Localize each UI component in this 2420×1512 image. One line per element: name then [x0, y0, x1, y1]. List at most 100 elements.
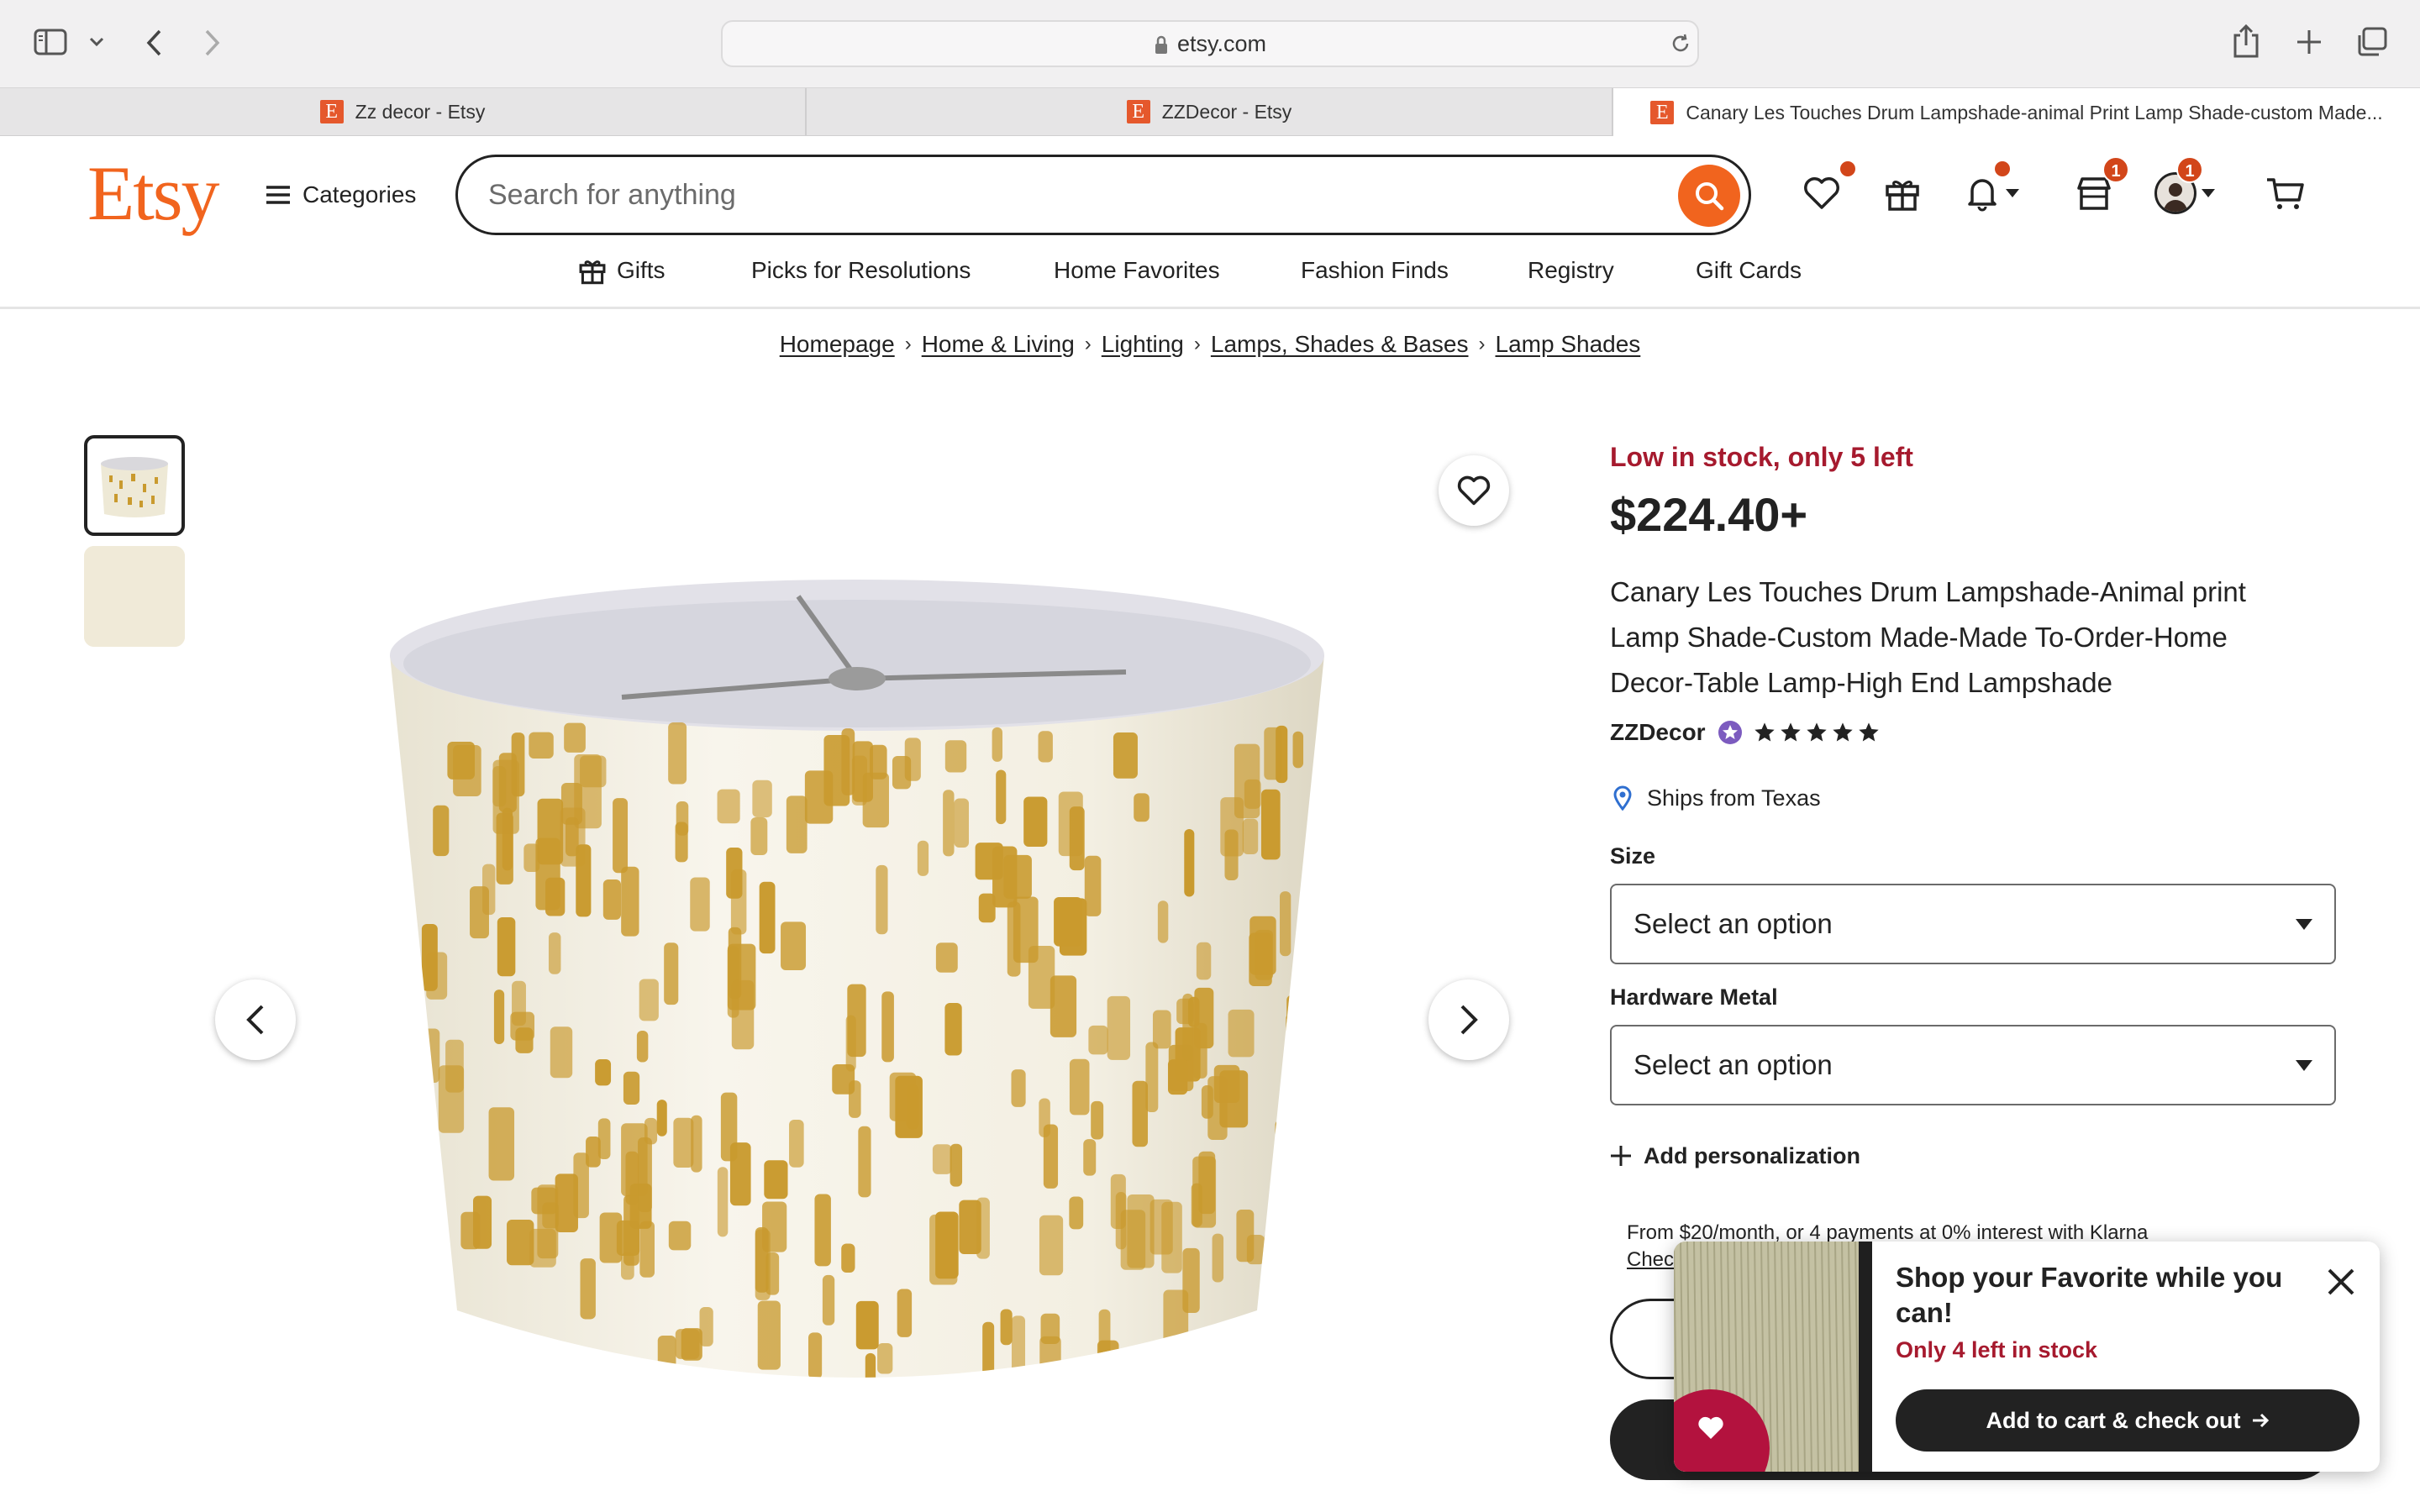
star-seller-badge-icon: [1718, 720, 1743, 745]
size-select-value: Select an option: [1634, 908, 1833, 939]
chevron-right-icon: [1459, 1004, 1479, 1036]
search-input[interactable]: [488, 172, 1648, 218]
ships-from-text: Ships from Texas: [1647, 785, 1821, 811]
close-icon: [2326, 1267, 2356, 1297]
heart-icon: [1456, 475, 1491, 507]
shop-name[interactable]: ZZDecor: [1610, 719, 1706, 746]
sidebar-toggle-icon[interactable]: [34, 29, 67, 55]
etsy-logo[interactable]: Etsy: [87, 151, 220, 235]
nav-fashion-finds[interactable]: Fashion Finds: [1301, 252, 1449, 289]
popup-add-to-cart-button[interactable]: Add to cart & check out: [1896, 1389, 2360, 1452]
hardware-select-value: Select an option: [1634, 1049, 1833, 1080]
address-bar[interactable]: etsy.com: [721, 20, 1699, 67]
popup-close-button[interactable]: [2321, 1262, 2361, 1302]
search-icon: [1692, 179, 1726, 213]
notifications-dot: [1995, 161, 2010, 176]
tab-zzdecor[interactable]: E ZZDecor - Etsy: [807, 88, 1613, 135]
forward-button[interactable]: [202, 29, 222, 57]
price: $224.40+: [1610, 488, 1808, 541]
thumbnail-2[interactable]: [84, 546, 185, 647]
bell-icon: [1964, 175, 2001, 212]
breadcrumb: Homepage › Home & Living › Lighting › La…: [0, 328, 2420, 361]
favorites-dot: [1840, 161, 1855, 176]
menu-icon: [266, 185, 291, 205]
notifications-button[interactable]: [1958, 161, 2025, 218]
gift-icon: [1884, 175, 1921, 212]
add-personalization-button[interactable]: Add personalization: [1610, 1137, 1860, 1174]
avatar-badge: 1: [2176, 156, 2203, 183]
caret-down-icon: [2296, 1059, 2312, 1071]
tab-canary-lampshade[interactable]: E Canary Les Touches Drum Lampshade-anim…: [1613, 88, 2420, 137]
size-select[interactable]: Select an option: [1610, 884, 2336, 964]
gift-icon: [578, 256, 607, 285]
location-pin-icon: [1613, 785, 1632, 811]
star-icon: [1832, 722, 1853, 742]
categories-label: Categories: [302, 181, 417, 207]
thumbnail-fabric-image: [84, 546, 185, 647]
chevron-right-icon: ›: [904, 333, 912, 355]
etsy-favicon-icon: E: [1650, 101, 1675, 124]
low-stock-notice: Low in stock, only 5 left: [1610, 442, 1913, 472]
nav-home-favorites[interactable]: Home Favorites: [1054, 252, 1220, 289]
favorites-button[interactable]: [1797, 161, 1855, 218]
thumbnail-1[interactable]: [84, 435, 185, 536]
caret-down-icon: [2296, 918, 2312, 930]
breadcrumb-lighting[interactable]: Lighting: [1102, 331, 1184, 358]
star-icon: [1858, 722, 1879, 742]
search-bar: [455, 155, 1751, 235]
klarna-check-link[interactable]: Chec: [1627, 1248, 1674, 1272]
etsy-favicon-icon: E: [1126, 100, 1150, 123]
favorite-item-button[interactable]: [1439, 455, 1509, 526]
hardware-metal-select[interactable]: Select an option: [1610, 1025, 2336, 1105]
tab-label: Zz decor - Etsy: [355, 100, 486, 123]
account-menu-button[interactable]: 1: [2151, 156, 2218, 218]
search-button[interactable]: [1678, 165, 1740, 227]
nav-gift-cards[interactable]: Gift Cards: [1696, 252, 1802, 289]
categories-button[interactable]: Categories: [266, 176, 416, 213]
heart-icon: [1696, 1415, 1726, 1441]
share-icon[interactable]: [2232, 24, 2260, 59]
breadcrumb-lamps-shades-bases[interactable]: Lamps, Shades & Bases: [1211, 331, 1469, 358]
popup-title: Shop your Favorite while you can!: [1896, 1262, 2283, 1328]
favorite-reminder-popup: Shop your Favorite while you can! Only 4…: [1674, 1242, 2380, 1472]
previous-image-button[interactable]: [215, 979, 296, 1060]
chevron-right-icon: ›: [1478, 333, 1486, 355]
url-text-wrap: etsy.com: [723, 22, 1697, 66]
etsy-favicon-icon: E: [319, 100, 344, 123]
reload-icon[interactable]: [1669, 32, 1692, 55]
caret-down-icon: [2202, 189, 2215, 197]
nav-registry[interactable]: Registry: [1528, 252, 1614, 289]
thumbnail-lampshade-image: [91, 442, 178, 529]
add-personalization-label: Add personalization: [1644, 1142, 1861, 1168]
chevron-down-icon[interactable]: [89, 37, 104, 47]
chevron-left-icon: [245, 1004, 266, 1036]
nav-picks-for-resolutions[interactable]: Picks for Resolutions: [751, 252, 971, 289]
shop-manager-button[interactable]: 1: [2069, 156, 2129, 218]
plus-icon: [1610, 1145, 1632, 1167]
tab-overview-icon[interactable]: [2356, 27, 2388, 57]
breadcrumb-homepage[interactable]: Homepage: [780, 331, 895, 358]
tab-zz-decor[interactable]: E Zz decor - Etsy: [0, 88, 807, 135]
tab-label: Canary Les Touches Drum Lampshade-animal…: [1686, 101, 2383, 123]
browser-toolbar: etsy.com: [0, 0, 2420, 87]
product-main-image: [390, 580, 1324, 1378]
tab-bar: E Zz decor - Etsy E ZZDecor - Etsy E Can…: [0, 87, 2420, 137]
nav-gifts[interactable]: Gifts: [578, 252, 666, 289]
caret-down-icon: [2006, 189, 2019, 197]
new-tab-icon[interactable]: [2296, 29, 2323, 55]
breadcrumb-home-living[interactable]: Home & Living: [922, 331, 1075, 358]
cart-button[interactable]: [2260, 168, 2311, 218]
heart-icon: [1802, 176, 1841, 211]
tab-label: ZZDecor - Etsy: [1161, 100, 1292, 123]
cart-icon: [2265, 175, 2306, 212]
shop-badge: 1: [2102, 156, 2129, 183]
back-button[interactable]: [145, 29, 165, 57]
gift-button[interactable]: [1877, 168, 1928, 218]
lock-icon: [1154, 35, 1169, 55]
category-nav: Gifts Picks for Resolutions Home Favorit…: [0, 252, 2420, 309]
product-title: Canary Les Touches Drum Lampshade-Animal…: [1610, 576, 2246, 698]
star-icon: [1780, 722, 1801, 742]
breadcrumb-lamp-shades[interactable]: Lamp Shades: [1496, 331, 1641, 358]
next-image-button[interactable]: [1428, 979, 1509, 1060]
arrow-right-icon: [2251, 1413, 2270, 1428]
